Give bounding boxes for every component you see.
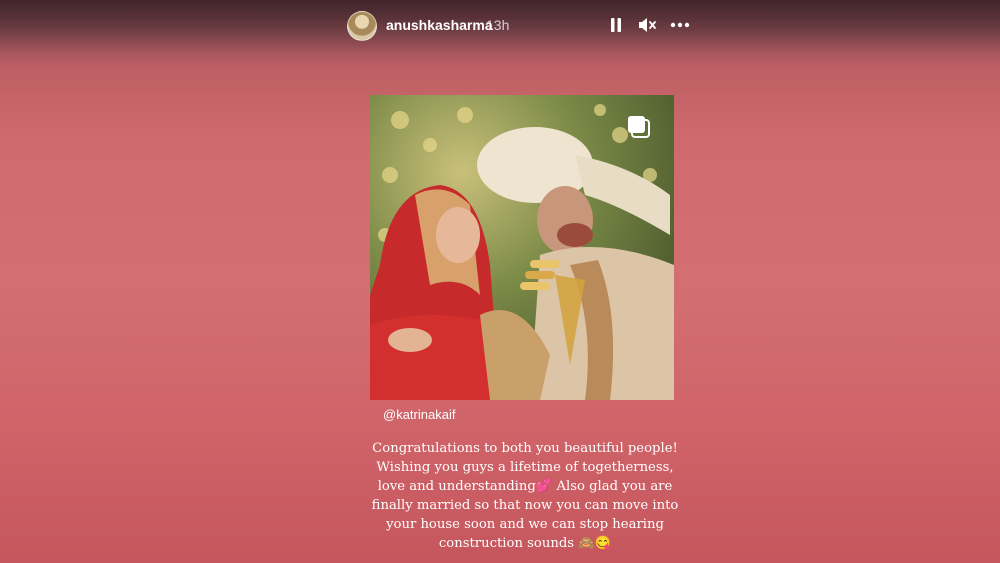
story-username[interactable]: anushkasharma — [386, 17, 493, 33]
caption-line: love and understanding💕 Also glad you ar… — [377, 479, 673, 494]
caption-line: Congratulations to both you beautiful pe… — [372, 441, 678, 456]
multiple-posts-icon — [626, 114, 652, 140]
pause-button[interactable] — [606, 14, 626, 36]
caption-line: your house soon and we can stop hearing — [386, 517, 664, 532]
wedding-photo — [370, 95, 674, 400]
more-options-button[interactable] — [668, 14, 692, 36]
more-horizontal-icon — [670, 22, 690, 28]
story-caption: Congratulations to both you beautiful pe… — [350, 439, 700, 553]
speaker-muted-icon — [639, 18, 656, 32]
caption-line: Wishing you guys a lifetime of togethern… — [376, 460, 674, 475]
shared-post-image[interactable] — [370, 95, 674, 400]
story-timestamp: 13h — [486, 17, 510, 33]
mute-button[interactable] — [636, 14, 658, 36]
user-avatar[interactable] — [347, 11, 377, 41]
mention-sticker[interactable]: @katrinakaif — [383, 407, 455, 422]
caption-line: construction sounds 🙈😋 — [438, 536, 612, 551]
pause-icon — [611, 18, 621, 32]
caption-line: finally married so that now you can move… — [371, 498, 679, 513]
